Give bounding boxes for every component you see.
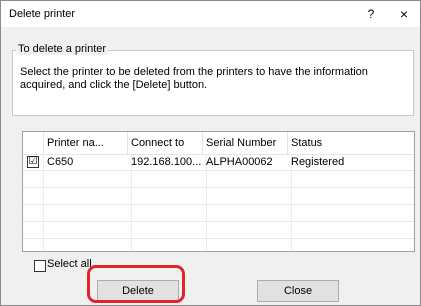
column-divider [414, 154, 415, 251]
close-window-icon[interactable]: × [393, 5, 415, 23]
cell-connect-to: 192.168.100... [131, 156, 202, 168]
list-header: Printer na... Connect to Serial Number S… [23, 132, 414, 155]
column-status[interactable]: Status [287, 132, 414, 154]
cell-status: Registered [291, 156, 345, 168]
delete-button-highlight [87, 265, 185, 303]
table-row-empty [23, 222, 414, 239]
select-all-checkbox[interactable] [34, 260, 46, 272]
cell-serial-number: ALPHA00062 [206, 156, 273, 168]
header-checkbox-column [23, 132, 44, 154]
printer-list[interactable]: Printer na... Connect to Serial Number S… [22, 131, 415, 252]
row-checkbox[interactable]: ☑ [27, 156, 39, 168]
cell-printer-name: C650 [47, 156, 74, 168]
column-printer-name[interactable]: Printer na... [43, 132, 128, 154]
instructions-text: Select the printer to be deleted from th… [20, 66, 368, 91]
group-legend: To delete a printer [16, 43, 109, 55]
column-connect-to[interactable]: Connect to [127, 132, 203, 154]
table-row[interactable]: ☑ C650 192.168.100... ALPHA00062 Registe… [23, 154, 414, 171]
help-button[interactable]: ? [361, 5, 381, 23]
select-all-label[interactable]: Select all [47, 258, 92, 270]
table-row-empty [23, 205, 414, 222]
title-bar: Delete printer ? × [1, 1, 420, 27]
dialog-title: Delete printer [9, 8, 76, 20]
table-row-empty [23, 171, 414, 188]
column-serial-number[interactable]: Serial Number [202, 132, 288, 154]
close-button[interactable]: Close [257, 280, 339, 302]
table-row-empty [23, 188, 414, 205]
